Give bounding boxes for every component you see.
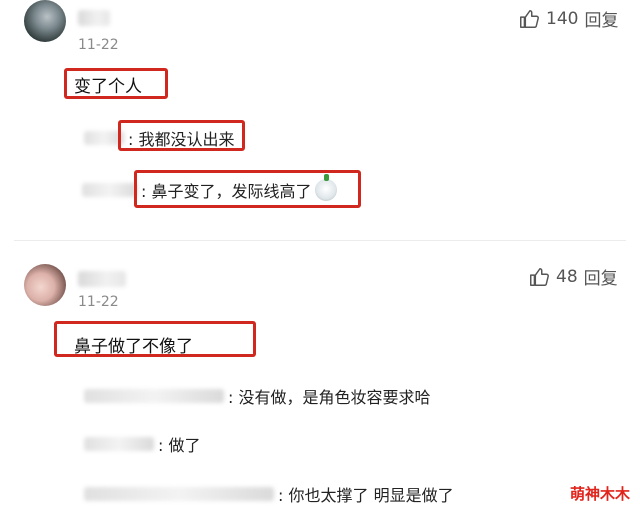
reply-text: : 没有做，是角色妆容要求哈 <box>228 388 431 407</box>
reply-row: : 做了 <box>84 432 200 456</box>
reply-username-blurred[interactable] <box>82 183 137 197</box>
highlight-box <box>54 321 256 357</box>
like-button[interactable]: 48 回复 <box>528 264 618 289</box>
thumbs-up-icon <box>528 266 550 288</box>
thumbs-up-icon <box>518 8 540 30</box>
reply-username-blurred[interactable] <box>84 487 274 501</box>
highlight-box <box>64 68 168 99</box>
watermark: 萌神木木 <box>569 485 630 503</box>
comment-date: 11-22 <box>78 37 119 53</box>
username-blurred[interactable] <box>78 271 126 287</box>
reply-text: : 你也太撑了 明显是做了 <box>278 486 454 505</box>
like-count: 48 <box>556 266 578 287</box>
reply-username-blurred[interactable] <box>84 389 224 403</box>
reply-username-blurred[interactable] <box>84 437 154 451</box>
username-blurred[interactable] <box>78 10 110 26</box>
comment-date: 11-22 <box>78 294 119 310</box>
like-count: 140 <box>546 8 579 29</box>
reply-button[interactable]: 回复 <box>584 264 618 289</box>
avatar[interactable] <box>24 0 66 42</box>
reply-button[interactable]: 回复 <box>584 6 618 31</box>
reply-text: : 做了 <box>158 436 201 455</box>
like-button[interactable]: 140 回复 <box>518 6 618 31</box>
highlight-box <box>134 170 361 208</box>
avatar[interactable] <box>24 264 66 306</box>
divider <box>14 240 626 241</box>
highlight-box <box>118 120 245 151</box>
reply-row: : 你也太撑了 明显是做了 <box>84 482 454 506</box>
reply-row: : 没有做，是角色妆容要求哈 <box>84 384 430 408</box>
